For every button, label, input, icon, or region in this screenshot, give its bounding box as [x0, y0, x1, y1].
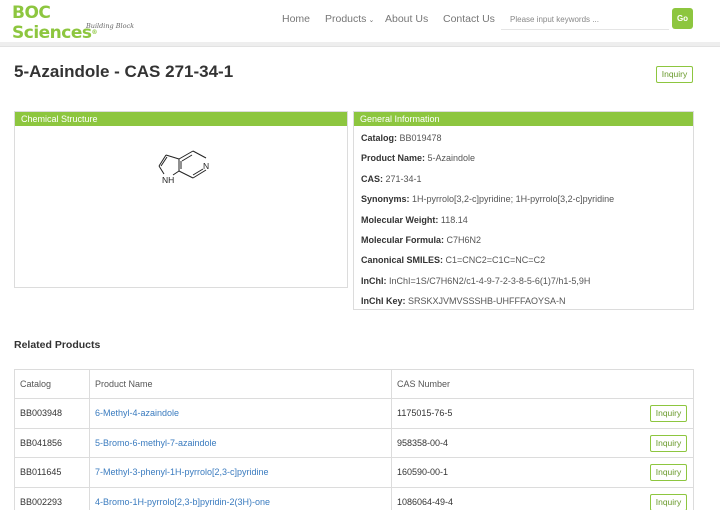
molecule-structure-image: N NH [158, 150, 209, 185]
chevron-down-icon: ⌄ [368, 17, 375, 24]
product-name-link[interactable]: 6-Methyl-4-azaindole [95, 408, 179, 418]
row-inquiry-button[interactable]: Inquiry [650, 405, 687, 423]
product-name-link[interactable]: 5-Bromo-6-methyl-7-azaindole [95, 438, 217, 448]
nav-contact-us[interactable]: Contact Us [443, 13, 495, 25]
search-go-button[interactable]: Go [672, 8, 693, 29]
info-key: InChI Key: [361, 296, 406, 307]
table-row: BB002293 4-Bromo-1H-pyrrolo[2,3-b]pyridi… [15, 487, 694, 510]
cell-cas-number: 160590-00-1 [397, 467, 449, 478]
cell-catalog: BB041856 [15, 428, 90, 458]
info-value: 118.14 [440, 214, 468, 225]
info-cas: CAS: 271-34-1 [361, 172, 693, 192]
general-information-heading: General Information [354, 112, 693, 126]
info-inchi-key: InChI Key: SRSKXJVMVSSSHB-UHFFFAOYSA-N [361, 294, 693, 314]
info-key: CAS: [361, 173, 383, 184]
cell-cas-number: 1175015-76-5 [397, 408, 453, 419]
atom-label-nh: NH [162, 175, 174, 185]
table-row: BB011645 7-Methyl-3-phenyl-1H-pyrrolo[2,… [15, 458, 694, 488]
logo-registered-mark: ® [91, 29, 98, 36]
nav-products-label: Products [325, 13, 367, 25]
general-information-panel: General Information Catalog: BB019478 Pr… [353, 111, 694, 310]
product-name-link[interactable]: 4-Bromo-1H-pyrrolo[2,3-b]pyridin-2(3H)-o… [95, 497, 270, 507]
general-info-list: Catalog: BB019478 Product Name: 5-Azaind… [354, 126, 693, 315]
row-inquiry-button[interactable]: Inquiry [650, 464, 687, 482]
cell-catalog: BB002293 [15, 487, 90, 510]
info-key: Molecular Weight: [361, 214, 439, 225]
info-value: InChI=1S/C7H6N2/c1-4-9-7-2-3-8-5-6(1)7/h… [389, 275, 591, 286]
table-header-row: Catalog Product Name CAS Number [15, 370, 694, 400]
info-value: 1H-pyrrolo[3,2-c]pyridine; 1H-pyrrolo[3,… [412, 194, 615, 205]
nav-about-us[interactable]: About Us [385, 13, 428, 25]
info-catalog: Catalog: BB019478 [361, 131, 693, 151]
info-key: Product Name: [361, 153, 426, 164]
row-inquiry-button[interactable]: Inquiry [650, 434, 687, 452]
table-row: BB041856 5-Bromo-6-methyl-7-azaindole 95… [15, 428, 694, 459]
page-title: 5-Azaindole - CAS 271-34-1 [14, 62, 234, 81]
info-molecular-weight: Molecular Weight: 118.14 [361, 213, 693, 233]
info-key: Canonical SMILES: [361, 255, 444, 266]
cell-cas-number: 1086064-49-4 [397, 496, 454, 507]
info-key: InChI: [361, 275, 387, 286]
table-row: BB003948 6-Methyl-4-azaindole 1175015-76… [15, 399, 694, 429]
info-value: C1=CNC2=C1C=NC=C2 [445, 255, 546, 266]
info-value: C7H6N2 [446, 234, 482, 245]
row-inquiry-button[interactable]: Inquiry [650, 493, 687, 510]
info-key: Catalog: [361, 133, 397, 143]
info-key: Molecular Formula: [361, 234, 445, 245]
cell-catalog: BB011645 [15, 458, 90, 487]
nav-products[interactable]: Products ⌄ [325, 13, 374, 25]
related-products-table: Catalog Product Name CAS Number BB003948… [14, 369, 694, 510]
info-molecular-formula: Molecular Formula: C7H6N2 [361, 233, 693, 253]
search-input[interactable] [501, 9, 669, 30]
info-value: 271-34-1 [385, 173, 422, 184]
info-canonical-smiles: Canonical SMILES: C1=CNC2=C1C=NC=C2 [361, 253, 693, 273]
info-value: SRSKXJVMVSSSHB-UHFFFAOYSA-N [408, 296, 566, 307]
column-header-catalog: Catalog [15, 370, 90, 399]
logo-tagline: Building Block [86, 22, 135, 30]
cell-catalog: BB003948 [15, 399, 90, 428]
column-header-product-name: Product Name [90, 370, 392, 399]
atom-label-n: N [203, 161, 209, 171]
logo-text: BOC Sciences [12, 3, 92, 43]
info-inchi: InChI: InChI=1S/C7H6N2/c1-4-9-7-2-3-8-5-… [361, 274, 693, 294]
nav-home[interactable]: Home [282, 13, 310, 25]
header-divider-band [0, 42, 720, 47]
cell-cas-number: 958358-00-4 [397, 437, 449, 448]
info-key: Synonyms: [361, 194, 410, 205]
chemical-structure-heading: Chemical Structure [15, 112, 347, 126]
product-name-link[interactable]: 7-Methyl-3-phenyl-1H-pyrrolo[2,3-c]pyrid… [95, 467, 269, 477]
info-value: BB019478 [399, 133, 442, 143]
inquiry-button[interactable]: Inquiry [656, 66, 693, 83]
chemical-structure-panel: Chemical Structure N NH [14, 111, 348, 288]
column-header-cas-number: CAS Number [392, 370, 694, 399]
info-product-name: Product Name: 5-Azaindole [361, 151, 693, 171]
info-synonyms: Synonyms: 1H-pyrrolo[3,2-c]pyridine; 1H-… [361, 192, 693, 212]
site-header: BOC Sciences® Building Block Home Produc… [0, 0, 720, 43]
related-products-heading: Related Products [14, 339, 101, 351]
brand-logo[interactable]: BOC Sciences® Building Block [12, 3, 137, 43]
info-value: 5-Azaindole [427, 153, 476, 164]
search-box [501, 9, 669, 30]
